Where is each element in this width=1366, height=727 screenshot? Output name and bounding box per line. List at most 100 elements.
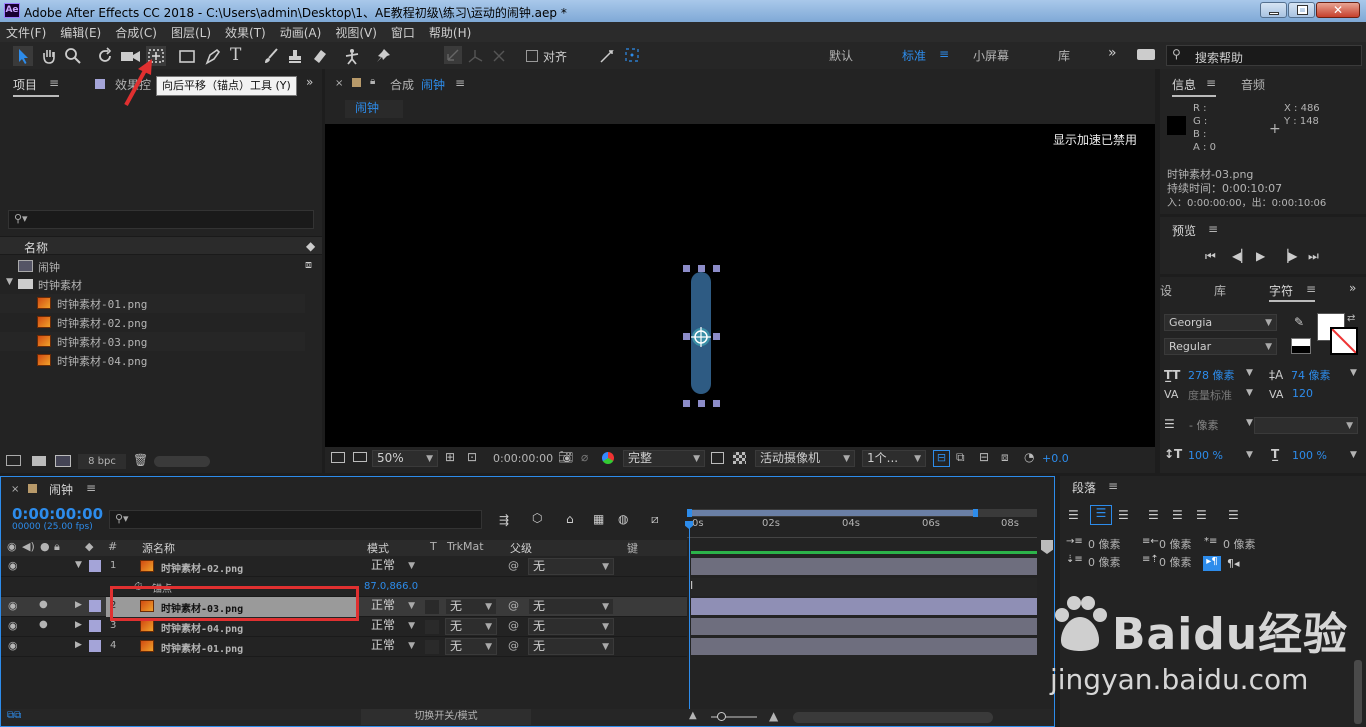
clock-hand-layer[interactable] — [680, 264, 730, 414]
font-style-dropdown[interactable]: Regular ▼ — [1164, 338, 1277, 355]
hand-tool-icon[interactable] — [40, 47, 58, 65]
layer-switches-icon[interactable]: ⧉⧉ — [7, 710, 21, 721]
chevron-down-icon[interactable]: ▼ — [1350, 450, 1357, 460]
tracking-value[interactable]: 120 — [1292, 387, 1313, 400]
channel-icon[interactable] — [602, 452, 614, 464]
rectangle-tool-icon[interactable] — [178, 47, 196, 65]
timeline-scrollbar[interactable] — [793, 712, 993, 723]
bit-depth-button[interactable]: 8 bpc — [78, 454, 126, 469]
indent-left-value[interactable]: 0 像素 — [1088, 536, 1121, 552]
pen-tool-icon[interactable] — [204, 47, 224, 65]
layer-row[interactable]: ◉ ▶ 4 时钟素材-01.png 正常 ▼ 无 ▼ @ 无 ▼ — [1, 637, 687, 657]
trash-icon[interactable]: 🗑 — [133, 453, 148, 467]
blend-mode-dropdown[interactable]: 正常 ▼ — [367, 638, 419, 655]
restore-button[interactable] — [1288, 2, 1315, 18]
close-tab-icon[interactable]: × — [335, 78, 343, 89]
character-menu-icon[interactable]: ≡ — [1306, 282, 1316, 296]
preserve-transparency-box[interactable] — [425, 600, 439, 614]
vertical-scrollbar[interactable] — [1354, 660, 1362, 724]
eye-icon[interactable]: ◉ — [8, 619, 18, 632]
preview-menu-icon[interactable]: ≡ — [1208, 222, 1218, 236]
rotate-tool-icon[interactable] — [96, 47, 114, 65]
zoom-in-icon[interactable]: ▲ — [769, 709, 778, 723]
eyedropper-icon[interactable]: ✎ — [1294, 315, 1304, 329]
zoom-slider[interactable] — [711, 712, 757, 721]
preserve-transparency-box[interactable] — [425, 620, 439, 634]
stroke-color-swatch[interactable] — [1330, 327, 1358, 355]
layer-name[interactable]: 时钟素材-04.png — [161, 620, 243, 635]
help-search-field[interactable]: ⚲ 搜索帮助 — [1166, 45, 1362, 66]
preserve-transparency-box[interactable] — [425, 640, 439, 654]
layer-bar[interactable] — [691, 618, 1037, 635]
align-checkbox[interactable] — [526, 50, 538, 62]
timeline-menu-icon[interactable]: ≡ — [86, 481, 96, 495]
work-area-start-handle[interactable] — [687, 509, 692, 517]
pickwhip-icon[interactable]: @ — [508, 559, 519, 572]
vertical-scale-value[interactable]: 100 % — [1188, 449, 1223, 462]
motion-blur-icon[interactable]: ◍ — [618, 512, 628, 526]
tab-composition-prefix[interactable]: 合成 — [390, 76, 414, 93]
tab-character[interactable]: 字符 — [1269, 282, 1293, 299]
first-frame-icon[interactable]: ⏮ — [1205, 249, 1216, 264]
workspace-library[interactable]: 库 — [1058, 47, 1070, 64]
trkmat-dropdown[interactable]: 无 ▼ — [445, 638, 497, 655]
solo-dot-icon[interactable]: ● — [39, 599, 48, 610]
justify-last-center-icon[interactable]: ☰ — [1172, 508, 1183, 522]
font-family-dropdown[interactable]: Georgia ▼ — [1164, 314, 1277, 331]
expand-panels-icon[interactable]: » — [306, 75, 313, 89]
prev-frame-icon[interactable]: ◀▏ — [1232, 249, 1250, 263]
menu-animation[interactable]: 动画(A) — [280, 24, 322, 41]
eye-icon[interactable]: ◉ — [8, 559, 18, 572]
info-menu-icon[interactable]: ≡ — [1206, 76, 1216, 90]
project-menu-icon[interactable]: ≡ — [49, 76, 59, 90]
trkmat-dropdown[interactable]: 无 ▼ — [445, 598, 497, 615]
selection-tool-icon[interactable] — [13, 46, 33, 66]
tab-library[interactable]: 库 — [1214, 282, 1226, 299]
shy-layers-icon[interactable]: ⌂ — [566, 512, 574, 526]
tab-info[interactable]: 信息 — [1172, 76, 1196, 93]
ltr-direction-icon[interactable]: ▸¶ — [1203, 556, 1221, 571]
new-folder-icon[interactable] — [32, 456, 46, 466]
current-time-indicator[interactable] — [689, 521, 690, 717]
chevron-down-icon[interactable]: ▼ — [1246, 418, 1253, 428]
layer-bar[interactable] — [691, 558, 1037, 575]
pickwhip-icon[interactable]: @ — [508, 639, 519, 652]
space-before-value[interactable]: 0 像素 — [1088, 554, 1121, 570]
workspace-small-screen[interactable]: 小屏幕 — [973, 47, 1009, 64]
header-source-name[interactable]: 源名称 — [142, 540, 175, 556]
menu-effect[interactable]: 效果(T) — [225, 24, 266, 41]
play-icon[interactable]: ▶ — [1256, 249, 1265, 263]
minimize-button[interactable] — [1260, 2, 1287, 18]
sync-settings-icon[interactable] — [1137, 49, 1155, 60]
puppet-pin-tool-icon[interactable] — [374, 47, 392, 65]
work-area-end-handle[interactable] — [973, 509, 978, 517]
header-trkmat[interactable]: TrkMat — [447, 540, 484, 553]
time-ruler[interactable]: 0s 02s 04s 06s 08s — [687, 518, 1037, 538]
justify-last-right-icon[interactable]: ☰ — [1196, 508, 1207, 522]
transparency-grid-icon[interactable] — [733, 452, 746, 464]
next-frame-icon[interactable]: ▕▶ — [1279, 249, 1297, 263]
snap-target-icon[interactable] — [624, 47, 640, 63]
timeline-tab-name[interactable]: 闹钟 — [49, 481, 73, 498]
parent-dropdown[interactable]: 无 ▼ — [528, 618, 614, 635]
pickwhip-icon[interactable]: @ — [508, 619, 519, 632]
snapshot-icon[interactable]: 📷︎ — [558, 450, 573, 464]
project-item-folder[interactable]: ▼ 时钟素材 — [0, 275, 322, 294]
exposure-value[interactable]: +0.0 — [1042, 452, 1069, 465]
chevron-down-icon[interactable]: ▼ — [1246, 450, 1253, 460]
comp-panel-menu-icon[interactable]: ≡ — [455, 76, 465, 90]
timeline-icon[interactable]: ⊟ — [979, 450, 989, 464]
swap-colors-icon[interactable]: ⇄ — [1347, 313, 1355, 324]
expand-icon[interactable]: » — [1349, 281, 1356, 295]
font-size-value[interactable]: 278 像素 — [1188, 367, 1235, 383]
frame-blending-icon[interactable]: ▦ — [593, 512, 604, 526]
layer-bar[interactable] — [691, 638, 1037, 655]
expand-triangle-icon[interactable]: ▶ — [75, 640, 82, 650]
fit-icon[interactable]: ⊞ — [445, 450, 455, 464]
menu-layer[interactable]: 图层(L) — [171, 24, 211, 41]
justify-all-icon[interactable]: ☰ — [1228, 508, 1239, 522]
toggle-pixel-aspect-icon[interactable]: ⊟ — [933, 450, 950, 467]
flowchart-icon[interactable]: ⧈ — [305, 258, 312, 272]
menu-composition[interactable]: 合成(C) — [115, 24, 157, 41]
eye-icon[interactable]: ◉ — [8, 599, 18, 612]
